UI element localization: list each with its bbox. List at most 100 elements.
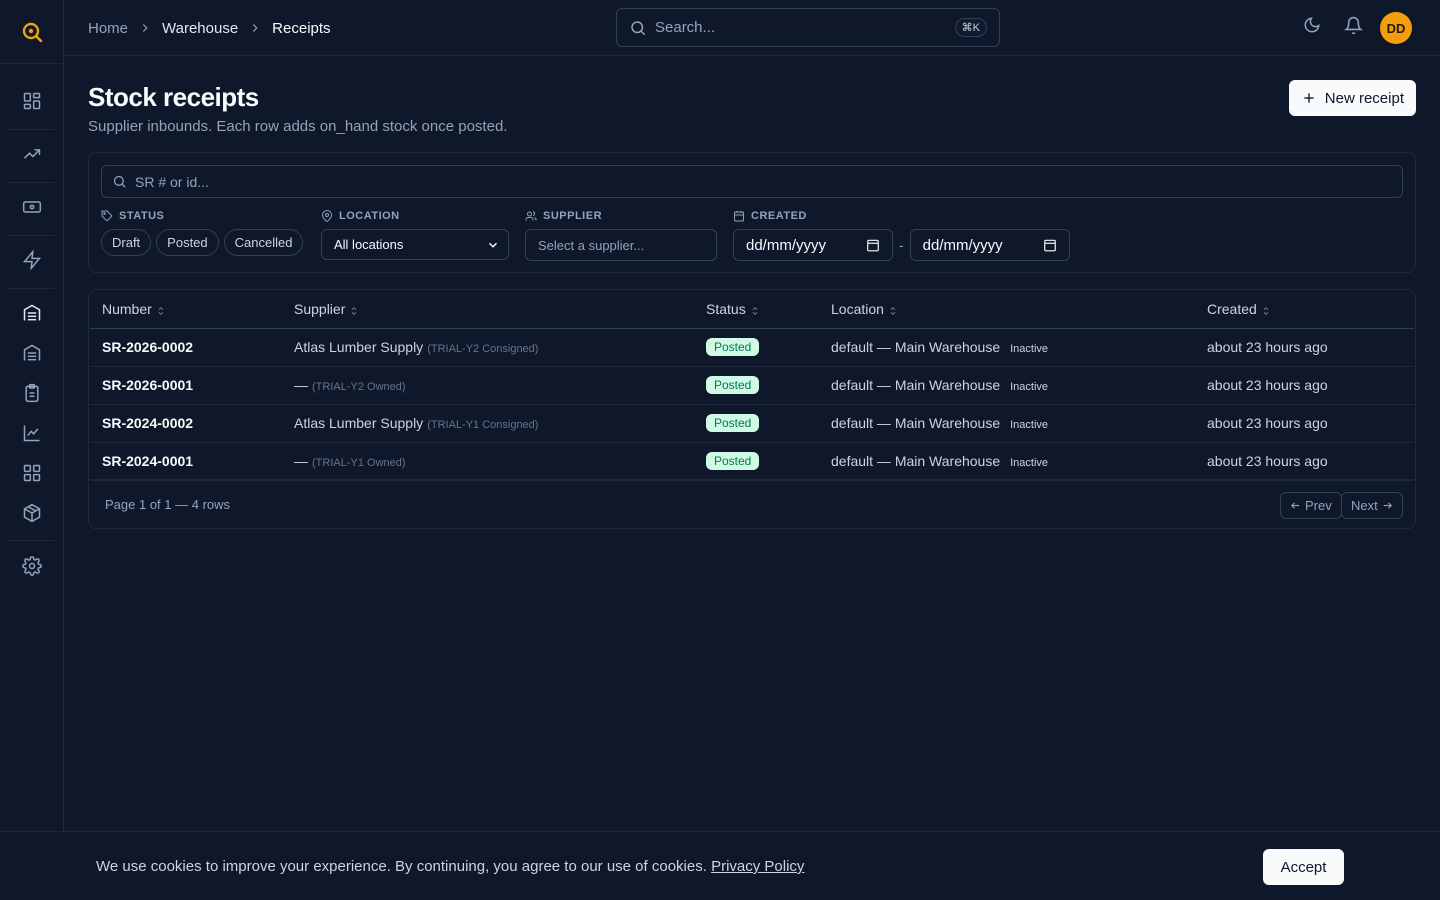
receipt-number[interactable]: SR-2024-0001	[90, 442, 282, 481]
next-page-button[interactable]: Next	[1341, 492, 1403, 519]
breadcrumb: Home Warehouse Receipts	[88, 0, 331, 56]
column-location-label: Location	[831, 301, 884, 318]
supplier-combobox[interactable]: Select a supplier...	[525, 229, 717, 261]
date-range-separator: -	[899, 237, 904, 253]
created-from-date-input[interactable]: dd/mm/yyyy	[733, 229, 893, 261]
pagination: Page 1 of 1 — 4 rows Prev Next	[88, 479, 1416, 529]
cookie-message-text: We use cookies to improve your experienc…	[96, 858, 707, 875]
status-chip-posted[interactable]: Posted	[156, 229, 219, 256]
column-header-number[interactable]: Number	[90, 291, 282, 329]
table-row[interactable]: SR-2024-0002 Atlas Lumber Supply (TRIAL-Y…	[90, 404, 1414, 443]
clipboard-icon	[24, 383, 39, 403]
location-filter: LOCATION All locations	[321, 209, 509, 260]
sort-icon	[752, 306, 758, 315]
created-label-text: CREATED	[751, 210, 807, 222]
receipt-status: Posted	[694, 366, 819, 405]
date-from-value: dd/mm/yyyy	[746, 236, 827, 254]
column-created-label: Created	[1207, 301, 1257, 318]
receipt-supplier: — (TRIAL-Y2 Owned)	[282, 366, 694, 405]
sidebar-item-products[interactable]	[0, 493, 63, 533]
prev-page-button[interactable]: Prev	[1280, 492, 1342, 519]
sidebar-item-dashboard[interactable]	[0, 81, 63, 121]
supplier-tag: (TRIAL-Y1 Owned)	[312, 457, 406, 469]
logo-search-icon	[22, 22, 42, 42]
receipt-location: default — Main Warehouse Inactive	[819, 328, 1195, 367]
table-row[interactable]: SR-2026-0001 — (TRIAL-Y2 Owned) Posted de…	[90, 366, 1414, 405]
created-to-date-input[interactable]: dd/mm/yyyy	[909, 229, 1070, 261]
next-label: Next	[1351, 498, 1378, 513]
receipt-number[interactable]: SR-2026-0001	[90, 366, 282, 405]
sidebar-item-tasks[interactable]	[0, 373, 63, 413]
sidebar-item-billing[interactable]	[0, 187, 63, 227]
chevron-right-icon	[253, 24, 258, 32]
status-badge: Posted	[706, 338, 760, 356]
supplier-name: Atlas Lumber Supply	[294, 415, 424, 431]
filters-panel: SR # or id... STATUS Draft Posted Cancel…	[88, 152, 1416, 273]
sidebar-item-warehouse[interactable]	[0, 293, 63, 333]
location-select[interactable]: All locations	[321, 229, 509, 260]
new-receipt-button[interactable]: New receipt	[1288, 80, 1416, 116]
location-state-badge: Inactive	[1010, 457, 1049, 469]
page-title: Stock receipts	[88, 82, 259, 112]
location-name: default — Main Warehouse	[831, 415, 1001, 431]
sidebar-item-trends[interactable]	[0, 134, 63, 174]
breadcrumb-home[interactable]: Home	[88, 20, 128, 37]
column-header-location[interactable]: Location	[819, 291, 1195, 329]
supplier-name: —	[294, 377, 308, 393]
supplier-filter: SUPPLIER Select a supplier...	[525, 209, 717, 261]
receipt-search-placeholder: SR # or id...	[135, 173, 209, 190]
sidebar-item-settings[interactable]	[0, 546, 63, 586]
receipt-search-input[interactable]: SR # or id...	[101, 165, 1403, 198]
plus-icon	[1304, 93, 1314, 103]
sidebar-item-analytics[interactable]	[0, 413, 63, 453]
location-select-value: All locations	[334, 237, 404, 252]
sidebar-item-apps[interactable]	[0, 453, 63, 493]
calendar-icon[interactable]	[1043, 238, 1057, 252]
global-search-input[interactable]: Search... ⌘K	[616, 8, 1000, 47]
status-chip-draft[interactable]: Draft	[101, 229, 152, 256]
receipts-table: Number Supplier Status Location Created …	[90, 291, 1414, 481]
sidebar-item-warehouses[interactable]	[0, 333, 63, 373]
sort-icon	[1263, 306, 1269, 315]
sidebar-item-automations[interactable]	[0, 240, 63, 280]
theme-toggle-button[interactable]	[1303, 16, 1321, 34]
column-status-label: Status	[706, 301, 746, 318]
column-header-created[interactable]: Created	[1195, 291, 1414, 329]
receipt-location: default — Main Warehouse Inactive	[819, 442, 1195, 481]
supplier-tag: (TRIAL-Y1 Consigned)	[427, 419, 539, 431]
notifications-button[interactable]	[1344, 16, 1363, 35]
status-chip-cancelled[interactable]: Cancelled	[223, 229, 304, 256]
calendar-icon[interactable]	[866, 238, 880, 252]
receipt-location: default — Main Warehouse Inactive	[819, 404, 1195, 443]
column-header-status[interactable]: Status	[694, 291, 819, 329]
column-header-supplier[interactable]: Supplier	[282, 291, 694, 329]
sort-icon	[890, 306, 896, 315]
calendar-icon	[734, 211, 744, 222]
location-name: default — Main Warehouse	[831, 339, 1001, 355]
bell-icon	[1344, 16, 1363, 35]
breadcrumb-current: Receipts	[272, 19, 331, 37]
dashboard-icon	[23, 92, 40, 110]
receipt-number[interactable]: SR-2024-0002	[90, 404, 282, 443]
prev-label: Prev	[1305, 498, 1332, 513]
receipt-created: about 23 hours ago	[1195, 366, 1414, 405]
cookie-banner: We use cookies to improve your experienc…	[0, 831, 1440, 900]
user-avatar[interactable]: DD	[1380, 12, 1412, 44]
receipt-number[interactable]: SR-2026-0002	[90, 328, 282, 367]
receipt-created: about 23 hours ago	[1195, 328, 1414, 367]
sort-icon	[351, 306, 357, 315]
breadcrumb-warehouse[interactable]: Warehouse	[162, 20, 238, 37]
privacy-policy-link[interactable]: Privacy Policy	[711, 858, 804, 875]
table-row[interactable]: SR-2024-0001 — (TRIAL-Y1 Owned) Posted de…	[90, 442, 1414, 481]
location-state-badge: Inactive	[1010, 381, 1049, 393]
app-logo[interactable]	[0, 0, 63, 64]
top-bar: Home Warehouse Receipts Search... ⌘K DD	[64, 0, 1440, 56]
line-chart-icon	[23, 425, 39, 442]
table-row[interactable]: SR-2026-0002 Atlas Lumber Supply (TRIAL-Y…	[90, 328, 1414, 367]
accept-cookies-button[interactable]: Accept	[1263, 849, 1344, 885]
users-icon	[525, 211, 537, 221]
supplier-tag: (TRIAL-Y2 Owned)	[312, 381, 406, 393]
trending-up-icon	[23, 149, 40, 159]
new-receipt-label: New receipt	[1324, 89, 1404, 107]
created-filter: CREATED dd/mm/yyyy - dd/mm/yyyy	[733, 209, 1070, 261]
